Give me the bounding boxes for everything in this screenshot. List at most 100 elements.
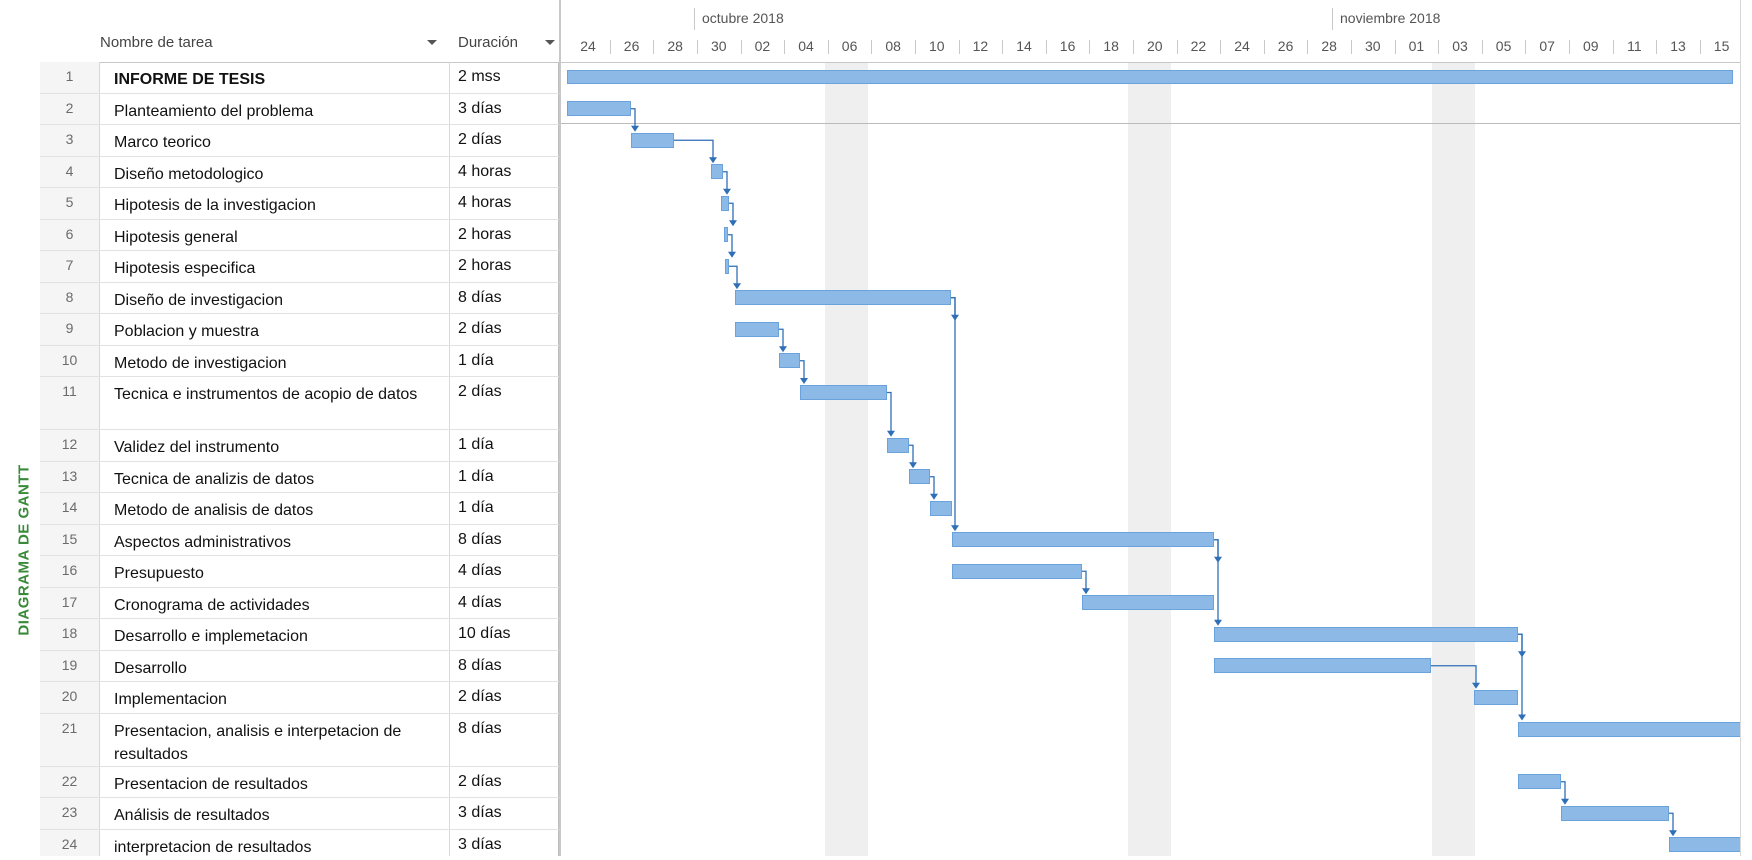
task-row[interactable]: 19 Desarrollo 8 días bbox=[40, 650, 559, 682]
task-duration[interactable]: 3 días bbox=[450, 798, 559, 829]
task-duration[interactable]: 8 días bbox=[450, 282, 559, 313]
task-row[interactable]: 7 Hipotesis especifica 2 horas bbox=[40, 251, 559, 283]
row-number[interactable]: 1 bbox=[40, 62, 100, 93]
task-name[interactable]: Hipotesis de la investigacion bbox=[100, 188, 450, 219]
row-number[interactable]: 8 bbox=[40, 282, 100, 313]
column-header-name[interactable]: Nombre de tarea bbox=[100, 34, 213, 51]
task-name[interactable]: interpretacion de resultados bbox=[100, 829, 450, 856]
task-row[interactable]: 17 Cronograma de actividades 4 días bbox=[40, 587, 559, 619]
task-name[interactable]: Análisis de resultados bbox=[100, 798, 450, 829]
row-number[interactable]: 9 bbox=[40, 314, 100, 345]
task-duration[interactable]: 2 días bbox=[450, 766, 559, 797]
task-name[interactable]: Desarrollo bbox=[100, 650, 450, 681]
row-number[interactable]: 13 bbox=[40, 461, 100, 492]
task-name[interactable]: Hipotesis especifica bbox=[100, 251, 450, 282]
row-number[interactable]: 14 bbox=[40, 493, 100, 524]
task-row[interactable]: 12 Validez del instrumento 1 día bbox=[40, 430, 559, 462]
task-name[interactable]: Hipotesis general bbox=[100, 219, 450, 250]
task-name[interactable]: Desarrollo e implemetacion bbox=[100, 619, 450, 650]
row-number[interactable]: 11 bbox=[40, 377, 100, 429]
row-number[interactable]: 24 bbox=[40, 829, 100, 856]
task-name[interactable]: Diseño de investigacion bbox=[100, 282, 450, 313]
task-row[interactable]: 6 Hipotesis general 2 horas bbox=[40, 219, 559, 251]
row-number[interactable]: 17 bbox=[40, 587, 100, 618]
task-duration[interactable]: 1 día bbox=[450, 493, 559, 524]
task-name[interactable]: Marco teorico bbox=[100, 125, 450, 156]
row-number[interactable]: 15 bbox=[40, 524, 100, 555]
task-duration[interactable]: 2 días bbox=[450, 125, 559, 156]
task-row[interactable]: 24 interpretacion de resultados 3 días bbox=[40, 829, 559, 856]
task-duration[interactable]: 2 horas bbox=[450, 219, 559, 250]
duration-filter-arrow-icon[interactable] bbox=[545, 40, 555, 45]
task-name[interactable]: Tecnica e instrumentos de acopio de dato… bbox=[100, 377, 450, 429]
task-row[interactable]: 4 Diseño metodologico 4 horas bbox=[40, 156, 559, 188]
task-duration[interactable]: 2 horas bbox=[450, 251, 559, 282]
task-duration[interactable]: 1 día bbox=[450, 430, 559, 461]
task-name[interactable]: Presupuesto bbox=[100, 556, 450, 587]
task-duration[interactable]: 3 días bbox=[450, 829, 559, 856]
task-duration[interactable]: 1 día bbox=[450, 461, 559, 492]
row-number[interactable]: 5 bbox=[40, 188, 100, 219]
task-row[interactable]: 18 Desarrollo e implemetacion 10 días bbox=[40, 619, 559, 651]
row-number[interactable]: 21 bbox=[40, 713, 100, 766]
task-name[interactable]: Metodo de investigacion bbox=[100, 345, 450, 376]
row-number[interactable]: 10 bbox=[40, 345, 100, 376]
task-name[interactable]: Aspectos administrativos bbox=[100, 524, 450, 555]
task-row[interactable]: 9 Poblacion y muestra 2 días bbox=[40, 314, 559, 346]
task-row[interactable]: 20 Implementacion 2 días bbox=[40, 682, 559, 714]
task-row[interactable]: 21 Presentacion, analisis e interpetacion… bbox=[40, 713, 559, 767]
task-duration[interactable]: 10 días bbox=[450, 619, 559, 650]
task-row[interactable]: 14 Metodo de analisis de datos 1 día bbox=[40, 493, 559, 525]
task-duration[interactable]: 4 horas bbox=[450, 156, 559, 187]
task-name[interactable]: Presentacion, analisis e interpetacion d… bbox=[100, 713, 450, 766]
task-duration[interactable]: 2 días bbox=[450, 377, 559, 429]
task-row[interactable]: 15 Aspectos administrativos 8 días bbox=[40, 524, 559, 556]
row-number[interactable]: 20 bbox=[40, 682, 100, 713]
task-name[interactable]: INFORME DE TESIS bbox=[100, 62, 450, 93]
task-name[interactable]: Presentacion de resultados bbox=[100, 766, 450, 797]
task-row[interactable]: 8 Diseño de investigacion 8 días bbox=[40, 282, 559, 314]
task-name[interactable]: Diseño metodologico bbox=[100, 156, 450, 187]
task-duration[interactable]: 2 días bbox=[450, 314, 559, 345]
row-number[interactable]: 16 bbox=[40, 556, 100, 587]
task-name[interactable]: Cronograma de actividades bbox=[100, 587, 450, 618]
task-name[interactable]: Poblacion y muestra bbox=[100, 314, 450, 345]
task-name[interactable]: Implementacion bbox=[100, 682, 450, 713]
task-duration[interactable]: 8 días bbox=[450, 650, 559, 681]
row-number[interactable]: 19 bbox=[40, 650, 100, 681]
task-duration[interactable]: 4 días bbox=[450, 587, 559, 618]
row-number[interactable]: 23 bbox=[40, 798, 100, 829]
task-row[interactable]: 23 Análisis de resultados 3 días bbox=[40, 798, 559, 830]
task-row[interactable]: 10 Metodo de investigacion 1 día bbox=[40, 345, 559, 377]
task-row[interactable]: 1 INFORME DE TESIS 2 mss bbox=[40, 62, 559, 94]
task-row[interactable]: 2 Planteamiento del problema 3 días bbox=[40, 93, 559, 125]
task-duration[interactable]: 2 mss bbox=[450, 62, 559, 93]
row-number[interactable]: 6 bbox=[40, 219, 100, 250]
task-duration[interactable]: 1 día bbox=[450, 345, 559, 376]
column-header-duration[interactable]: Duración bbox=[458, 34, 518, 51]
task-row[interactable]: 22 Presentacion de resultados 2 días bbox=[40, 766, 559, 798]
task-duration[interactable]: 4 días bbox=[450, 556, 559, 587]
task-row[interactable]: 3 Marco teorico 2 días bbox=[40, 125, 559, 157]
task-duration[interactable]: 2 días bbox=[450, 682, 559, 713]
task-row[interactable]: 13 Tecnica de analizis de datos 1 día bbox=[40, 461, 559, 493]
task-duration[interactable]: 8 días bbox=[450, 713, 559, 766]
task-duration[interactable]: 4 horas bbox=[450, 188, 559, 219]
task-name[interactable]: Planteamiento del problema bbox=[100, 93, 450, 124]
row-number[interactable]: 3 bbox=[40, 125, 100, 156]
task-duration[interactable]: 8 días bbox=[450, 524, 559, 555]
task-name[interactable]: Validez del instrumento bbox=[100, 430, 450, 461]
row-number[interactable]: 22 bbox=[40, 766, 100, 797]
name-filter-arrow-icon[interactable] bbox=[427, 40, 437, 45]
task-name[interactable]: Metodo de analisis de datos bbox=[100, 493, 450, 524]
row-number[interactable]: 4 bbox=[40, 156, 100, 187]
row-number[interactable]: 12 bbox=[40, 430, 100, 461]
row-number[interactable]: 18 bbox=[40, 619, 100, 650]
task-row[interactable]: 5 Hipotesis de la investigacion 4 horas bbox=[40, 188, 559, 220]
row-number[interactable]: 7 bbox=[40, 251, 100, 282]
task-name[interactable]: Tecnica de analizis de datos bbox=[100, 461, 450, 492]
task-row[interactable]: 16 Presupuesto 4 días bbox=[40, 556, 559, 588]
row-number[interactable]: 2 bbox=[40, 93, 100, 124]
task-duration[interactable]: 3 días bbox=[450, 93, 559, 124]
task-row[interactable]: 11 Tecnica e instrumentos de acopio de da… bbox=[40, 377, 559, 430]
